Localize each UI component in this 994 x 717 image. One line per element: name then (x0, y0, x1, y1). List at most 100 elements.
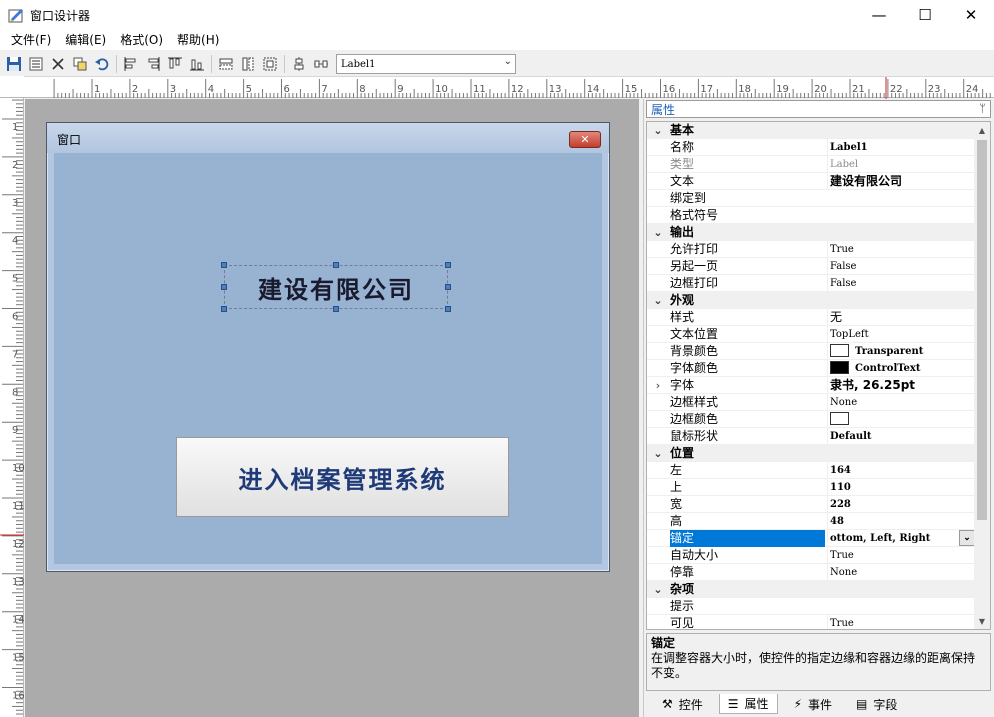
property-row[interactable]: 字体颜色 ControlText (647, 360, 975, 377)
resize-handle-middle-right[interactable] (445, 284, 451, 290)
collapse-chevron-icon[interactable]: ⌄ (652, 122, 664, 139)
property-row[interactable]: 锚定 ottom, Left, Right ⌄ (647, 530, 975, 547)
property-row[interactable]: 自动大小 True (647, 547, 975, 564)
property-value[interactable]: False (827, 275, 975, 292)
form-title-bar[interactable]: 窗口 ✕ (47, 123, 609, 153)
form-client-area[interactable]: 建设有限公司 进入档案管理系统 (54, 153, 602, 564)
property-row[interactable]: 宽 228 (647, 496, 975, 513)
property-category[interactable]: ⌄ 输出 (647, 224, 975, 241)
align-right-button[interactable] (142, 53, 164, 75)
property-value[interactable]: ottom, Left, Right ⌄ (827, 530, 975, 547)
delete-button[interactable] (47, 53, 69, 75)
resize-handle-middle-left[interactable] (221, 284, 227, 290)
menu-edit[interactable]: 编辑(E) (58, 30, 113, 50)
property-row[interactable]: 文本位置 TopLeft (647, 326, 975, 343)
collapse-chevron-icon[interactable]: ⌄ (652, 292, 664, 309)
property-value[interactable]: 隶书, 26.25pt (827, 377, 975, 394)
property-row[interactable]: 文本 建设有限公司 (647, 173, 975, 190)
resize-handle-bottom-left[interactable] (221, 306, 227, 312)
menu-format[interactable]: 格式(O) (113, 30, 170, 50)
property-row[interactable]: 可见 True (647, 615, 975, 629)
label1-control[interactable]: 建设有限公司 (224, 265, 448, 309)
property-grid[interactable]: ⌄ 基本 名称 Label1 类型 Label 文本 建设有限公司 绑定到 格式符号 ⌄ 输出 允许打印… (646, 121, 991, 630)
property-value[interactable]: True (827, 241, 975, 258)
save-button[interactable] (3, 53, 25, 75)
tab-fields[interactable]: ▤ 字段 (848, 694, 905, 714)
property-value[interactable]: True (827, 547, 975, 564)
property-value[interactable]: TopLeft (827, 326, 975, 343)
same-size-button[interactable] (259, 53, 281, 75)
collapse-chevron-icon[interactable]: ⌄ (652, 581, 664, 598)
collapse-chevron-icon[interactable]: ⌄ (652, 224, 664, 241)
tab-properties[interactable]: ☰ 属性 (718, 694, 778, 714)
property-row[interactable]: 名称 Label1 (647, 139, 975, 156)
tab-lightning[interactable]: ⚡ 事件 (786, 694, 840, 714)
resize-handle-top-left[interactable] (221, 262, 227, 268)
align-bottom-button[interactable] (186, 53, 208, 75)
property-grid-scrollbar[interactable]: ▲ ▼ (974, 122, 990, 629)
same-width-button[interactable] (215, 53, 237, 75)
form-close-button[interactable]: ✕ (569, 131, 601, 148)
property-value[interactable]: 建设有限公司 (827, 173, 975, 190)
property-value[interactable]: 无 (827, 309, 975, 326)
properties-toolbar-button[interactable] (25, 53, 47, 75)
undo-button[interactable] (91, 53, 113, 75)
property-row[interactable]: 背景颜色 Transparent (647, 343, 975, 360)
property-row[interactable]: 格式符号 (647, 207, 975, 224)
property-row[interactable]: 另起一页 False (647, 258, 975, 275)
pin-icon[interactable]: ᛘ (979, 102, 986, 115)
scroll-thumb[interactable] (977, 140, 987, 520)
dropdown-chevron-icon[interactable]: ⌄ (959, 530, 975, 546)
resize-handle-bottom-center[interactable] (333, 306, 339, 312)
property-value[interactable]: Label1 (827, 139, 975, 156)
resize-handle-top-center[interactable] (333, 262, 339, 268)
resize-handle-bottom-right[interactable] (445, 306, 451, 312)
property-value[interactable]: 164 (827, 462, 975, 479)
align-top-button[interactable] (164, 53, 186, 75)
same-height-button[interactable] (237, 53, 259, 75)
property-row[interactable]: 鼠标形状 Default (647, 428, 975, 445)
scroll-down-icon[interactable]: ▼ (974, 613, 990, 629)
resize-handle-top-right[interactable] (445, 262, 451, 268)
property-value[interactable]: 110 (827, 479, 975, 496)
close-button[interactable]: ✕ (948, 0, 994, 30)
property-row[interactable]: 绑定到 (647, 190, 975, 207)
property-category[interactable]: ⌄ 基本 (647, 122, 975, 139)
property-value[interactable]: Transparent (827, 343, 975, 360)
minimize-button[interactable]: — (856, 0, 902, 30)
property-row[interactable]: 边框样式 None (647, 394, 975, 411)
property-value[interactable] (827, 411, 975, 428)
property-row[interactable]: 左 164 (647, 462, 975, 479)
design-canvas[interactable]: 窗口 ✕ 建设有限公司 进入档案管理系统 (25, 99, 639, 717)
menu-help[interactable]: 帮助(H) (170, 30, 226, 50)
property-value[interactable]: None (827, 394, 975, 411)
property-row[interactable]: 允许打印 True (647, 241, 975, 258)
copy-button[interactable] (69, 53, 91, 75)
scroll-up-icon[interactable]: ▲ (974, 122, 990, 138)
expand-chevron-icon[interactable]: › (652, 377, 664, 394)
property-row[interactable]: 提示 (647, 598, 975, 615)
property-category[interactable]: ⌄ 杂项 (647, 581, 975, 598)
property-row[interactable]: › 字体 隶书, 26.25pt (647, 377, 975, 394)
property-value[interactable]: False (827, 258, 975, 275)
property-row[interactable]: 边框颜色 (647, 411, 975, 428)
property-value[interactable]: None (827, 564, 975, 581)
align-left-button[interactable] (120, 53, 142, 75)
tab-tools[interactable]: ⚒ 控件 (654, 694, 711, 714)
maximize-button[interactable]: ☐ (902, 0, 948, 30)
property-value[interactable]: True (827, 615, 975, 629)
center-horizontal-button[interactable] (310, 53, 332, 75)
property-value[interactable]: 228 (827, 496, 975, 513)
property-row[interactable]: 停靠 None (647, 564, 975, 581)
enter-archive-system-button[interactable]: 进入档案管理系统 (176, 437, 509, 517)
property-value[interactable]: Default (827, 428, 975, 445)
designed-form[interactable]: 窗口 ✕ 建设有限公司 进入档案管理系统 (46, 122, 610, 572)
property-row[interactable]: 边框打印 False (647, 275, 975, 292)
property-row[interactable]: 类型 Label (647, 156, 975, 173)
property-category[interactable]: ⌄ 位置 (647, 445, 975, 462)
collapse-chevron-icon[interactable]: ⌄ (652, 445, 664, 462)
control-selector-combo[interactable]: Label1 ⌄ (336, 54, 516, 74)
property-value[interactable]: 48 (827, 513, 975, 530)
property-category[interactable]: ⌄ 外观 (647, 292, 975, 309)
property-row[interactable]: 上 110 (647, 479, 975, 496)
